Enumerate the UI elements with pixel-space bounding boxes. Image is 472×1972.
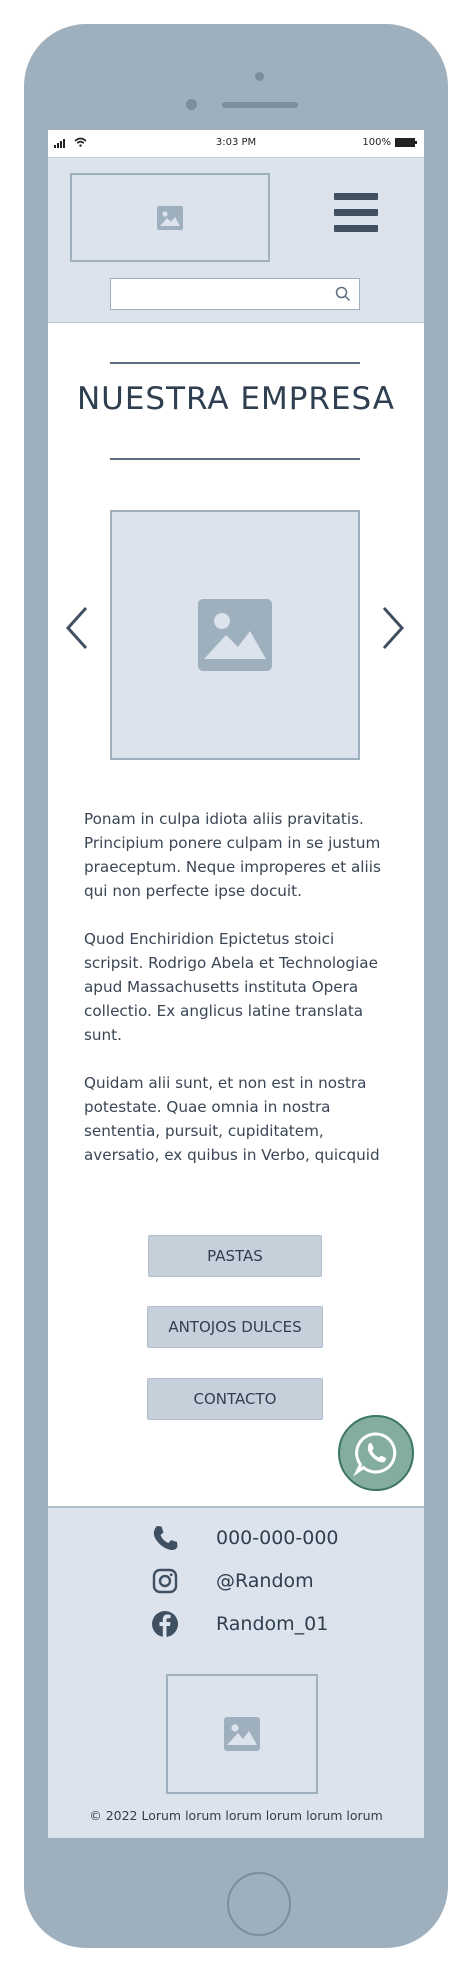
logo-placeholder[interactable] [70, 173, 270, 262]
whatsapp-button[interactable] [338, 1415, 414, 1491]
title-divider-top [110, 362, 360, 364]
search-icon[interactable] [335, 286, 351, 302]
paragraph: Quod Enchiridion Epictetus stoici scrips… [84, 930, 378, 1044]
phone-frame: 3:03 PM 100% NUESTRA EMPRESA Ponam in cu… [24, 24, 448, 1948]
carousel-image [110, 510, 360, 760]
chevron-right-icon[interactable] [380, 605, 406, 651]
contact-facebook[interactable]: Random_01 [150, 1609, 400, 1639]
phone-number: 000-000-000 [216, 1527, 339, 1549]
chevron-left-icon[interactable] [64, 605, 90, 651]
antojos-dulces-button[interactable]: ANTOJOS DULCES [147, 1306, 323, 1348]
title-divider-bottom [110, 458, 360, 460]
whatsapp-icon [353, 1432, 397, 1476]
phone-icon [153, 1526, 178, 1551]
page-title: NUESTRA EMPRESA [76, 381, 396, 417]
header [48, 157, 424, 323]
instagram-handle: @Random [216, 1570, 314, 1592]
home-button[interactable] [227, 1872, 291, 1936]
camera-dot [255, 72, 264, 81]
footer: 000-000-000 @Random Random_01 © 2022 Lor… [48, 1506, 424, 1838]
paragraph: Ponam in culpa idiota aliis pravitatis. … [84, 810, 381, 900]
search-input[interactable] [111, 279, 337, 307]
instagram-icon [152, 1568, 178, 1594]
contact-instagram[interactable]: @Random [150, 1566, 400, 1596]
paragraph: Quidam alii sunt, et non est in nostra p… [84, 1074, 380, 1164]
image-placeholder-icon [198, 599, 272, 671]
contacto-button[interactable]: CONTACTO [147, 1378, 323, 1420]
body-text: Ponam in culpa idiota aliis pravitatis. … [84, 807, 396, 1191]
image-placeholder-icon [157, 205, 183, 230]
screen: 3:03 PM 100% NUESTRA EMPRESA Ponam in cu… [48, 130, 424, 1838]
hamburger-icon[interactable] [334, 193, 378, 233]
battery-percent: 100% [362, 137, 391, 148]
contact-phone[interactable]: 000-000-000 [150, 1523, 400, 1553]
battery-icon [395, 138, 417, 147]
facebook-handle: Random_01 [216, 1613, 329, 1635]
pastas-button[interactable]: PASTAS [148, 1235, 322, 1277]
search-bar [110, 278, 360, 310]
copyright: © 2022 Lorum lorum lorum lorum lorum lor… [89, 1808, 383, 1823]
front-sensor [186, 99, 197, 110]
speaker-grille [222, 102, 298, 108]
image-placeholder-icon [224, 1717, 260, 1751]
status-bar: 3:03 PM 100% [48, 130, 424, 157]
facebook-icon [152, 1611, 178, 1637]
footer-logo-placeholder [166, 1674, 318, 1794]
